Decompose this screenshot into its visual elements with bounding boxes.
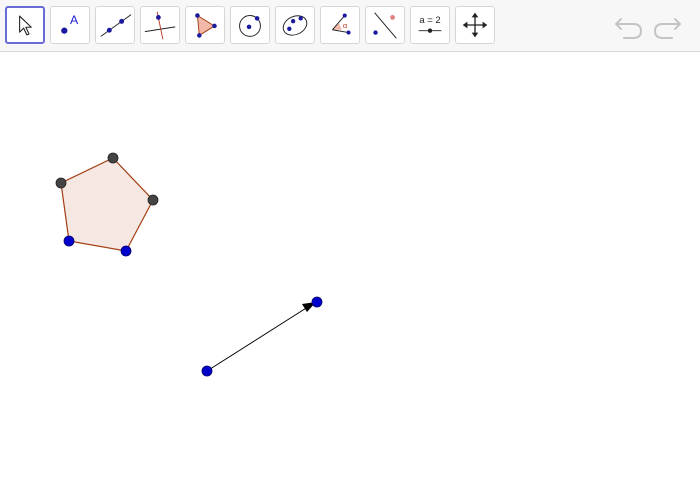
circle-tool-button[interactable] xyxy=(230,6,270,44)
arrow-cursor-icon xyxy=(19,15,32,36)
redo-button[interactable] xyxy=(650,12,684,42)
undo-button[interactable] xyxy=(612,12,646,42)
point-tool-button[interactable]: A xyxy=(50,6,90,44)
angle-tool-button[interactable]: α xyxy=(320,6,360,44)
angle-icon: α xyxy=(332,13,351,35)
conic-tool-button[interactable] xyxy=(275,6,315,44)
circle-center-point-icon xyxy=(239,15,261,37)
move-graphics-tool-button[interactable] xyxy=(455,6,495,44)
slider-tool-button[interactable]: a = 2 xyxy=(410,6,450,44)
vector-segment[interactable] xyxy=(206,304,312,372)
undo-icon xyxy=(615,18,643,39)
slider-icon: a = 2 xyxy=(418,15,442,33)
pentagon-vertex-left[interactable] xyxy=(55,177,67,189)
line-through-points-icon xyxy=(100,14,132,37)
slider-tool-label: a = 2 xyxy=(419,15,440,26)
move-tool-button[interactable] xyxy=(5,6,45,44)
vector-end-point[interactable] xyxy=(311,296,323,308)
toolbar: A α a = 2 xyxy=(0,0,700,52)
perpendicular-line-icon xyxy=(144,11,176,40)
reflect-tool-button[interactable] xyxy=(365,6,405,44)
pentagon-vertex-bottom-left[interactable] xyxy=(63,235,75,247)
pentagon-vertex-bottom-right[interactable] xyxy=(120,245,132,257)
reflect-about-line-icon xyxy=(373,12,397,39)
pentagon-vertex-top[interactable] xyxy=(107,152,119,164)
geometry-drawing xyxy=(55,152,323,377)
perpendicular-tool-button[interactable] xyxy=(140,6,180,44)
pentagon-vertex-right[interactable] xyxy=(147,194,159,206)
polygon-icon xyxy=(195,13,217,38)
polygon-tool-button[interactable] xyxy=(185,6,225,44)
angle-tool-label: α xyxy=(343,21,348,30)
point-icon: A xyxy=(61,13,79,34)
point-tool-label: A xyxy=(70,13,79,27)
line-tool-button[interactable] xyxy=(95,6,135,44)
move-graphics-view-icon xyxy=(462,12,488,38)
pentagon-polygon[interactable] xyxy=(60,157,154,252)
graphics-view[interactable] xyxy=(0,53,700,500)
redo-icon xyxy=(653,18,681,39)
vector-start-point[interactable] xyxy=(201,365,213,377)
ellipse-icon xyxy=(282,15,308,36)
